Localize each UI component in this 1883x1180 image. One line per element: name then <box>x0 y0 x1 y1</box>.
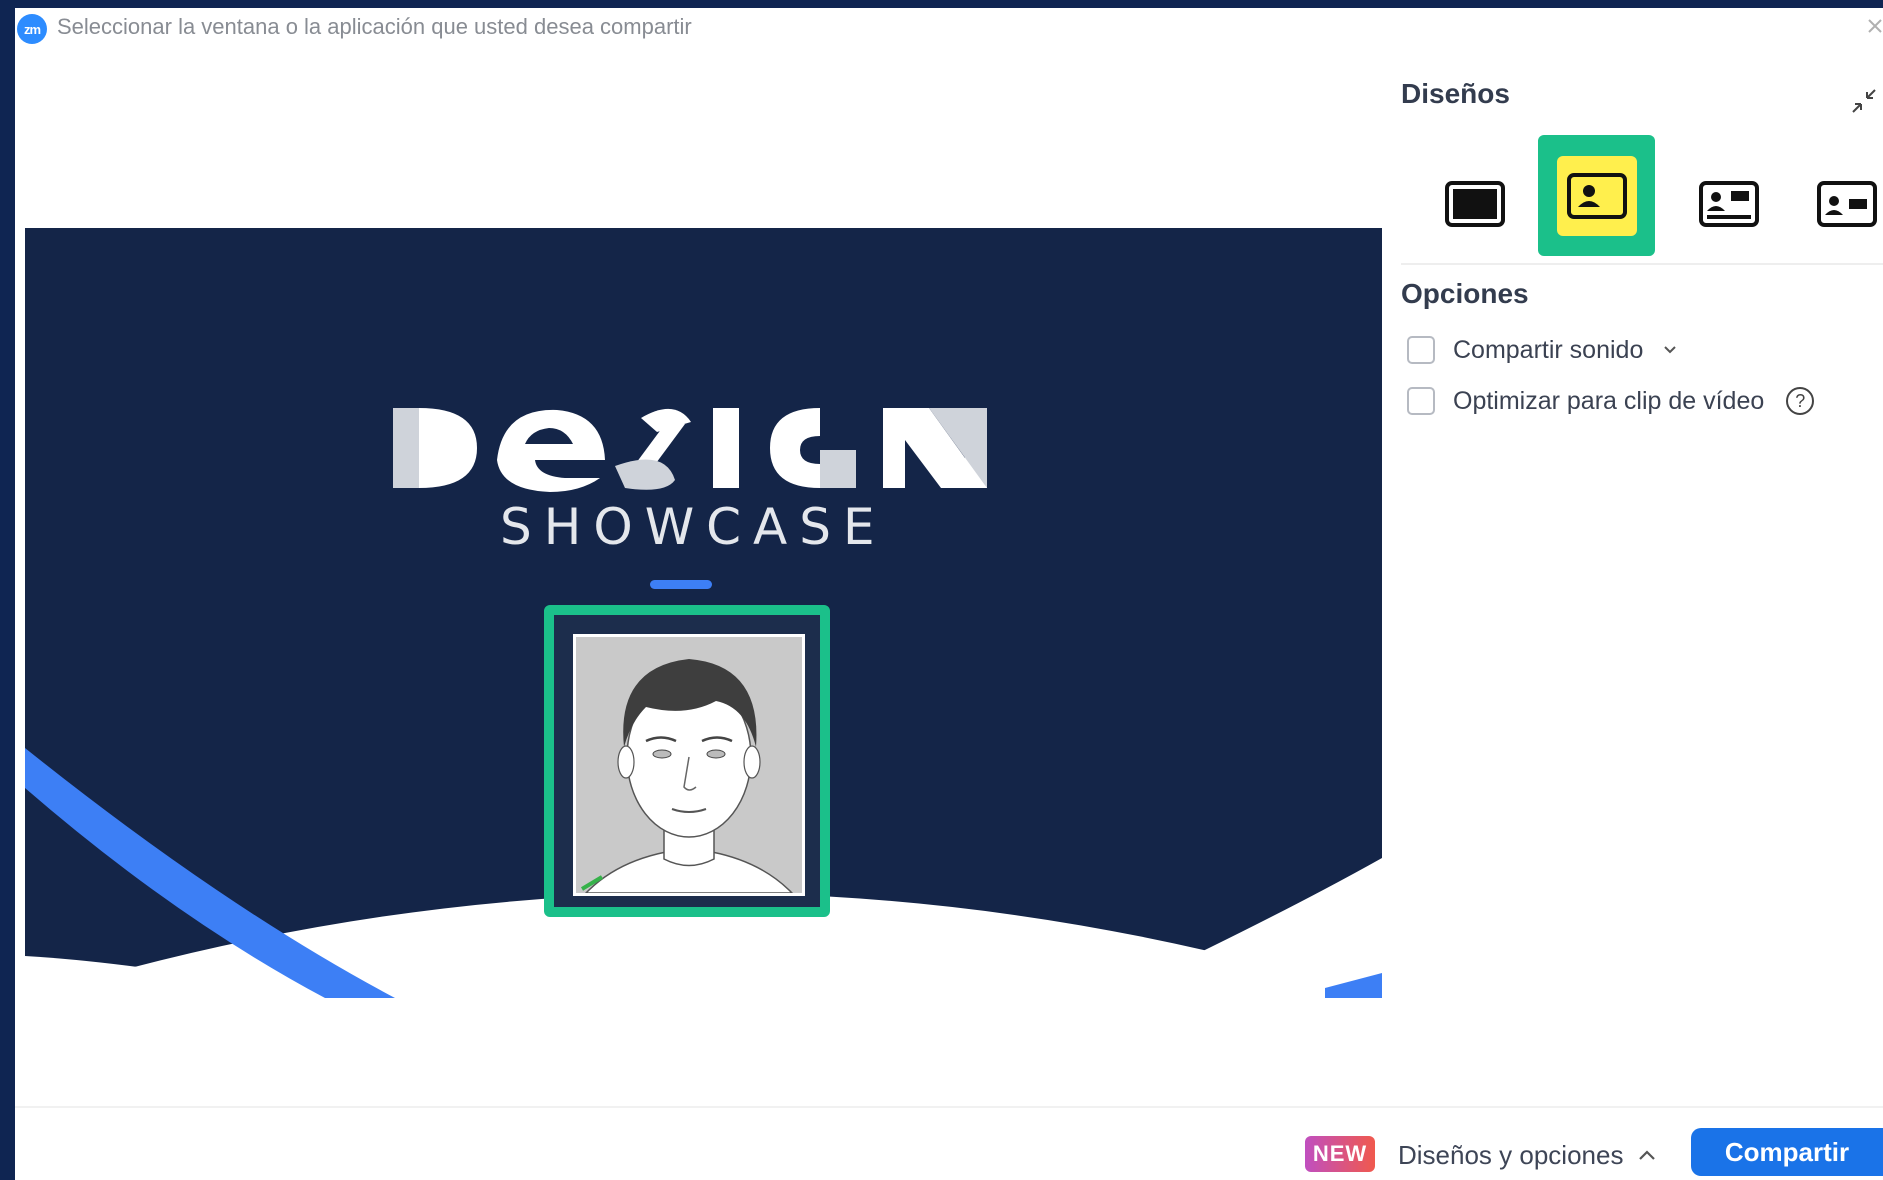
chevron-up-icon[interactable] <box>1637 1148 1657 1162</box>
outer-frame-top <box>0 0 1883 8</box>
option-optimize-video[interactable]: Optimizar para clip de vídeo ? <box>1407 384 1815 418</box>
layouts-options-toggle[interactable]: Diseños y opciones <box>1398 1140 1623 1171</box>
presenter-video-frame[interactable] <box>544 605 830 917</box>
design-logo <box>393 408 987 492</box>
layout-pip-icon <box>1566 172 1627 219</box>
optimize-video-label: Optimizar para clip de vídeo <box>1453 386 1765 415</box>
collapse-arrows-icon[interactable] <box>1849 86 1879 116</box>
layout-picture-in-picture-button[interactable] <box>1538 135 1655 256</box>
option-share-sound[interactable]: Compartir sonido <box>1407 333 1677 367</box>
title-bar: zm Seleccionar la ventana o la aplicació… <box>15 8 1883 48</box>
bottom-separator <box>15 1106 1883 1108</box>
avatar <box>573 634 805 896</box>
optimize-video-checkbox[interactable] <box>1407 387 1435 415</box>
close-icon[interactable] <box>1865 14 1883 38</box>
help-icon[interactable]: ? <box>1786 387 1815 415</box>
window-title: Seleccionar la ventana o la aplicación q… <box>57 14 692 39</box>
new-badge: NEW <box>1305 1136 1375 1172</box>
blue-dash-accent <box>650 580 712 589</box>
layout-side-icon <box>1817 181 1877 227</box>
layout-screen-only-button[interactable] <box>1433 162 1517 246</box>
layouts-title: Diseños <box>1401 78 1510 109</box>
panel-divider <box>1401 263 1883 265</box>
share-button[interactable]: Compartir <box>1691 1128 1883 1176</box>
share-window: zm Seleccionar la ventana o la aplicació… <box>15 8 1883 1180</box>
person-face-icon <box>576 637 802 893</box>
layout-presenter-icon <box>1699 181 1759 227</box>
share-sound-checkbox[interactable] <box>1407 336 1435 364</box>
zoom-logo-icon: zm <box>17 14 47 44</box>
chevron-down-icon[interactable] <box>1663 345 1677 355</box>
outer-frame-left <box>0 0 15 1180</box>
options-title: Opciones <box>1401 278 1529 309</box>
share-sound-label: Compartir sonido <box>1453 335 1644 364</box>
showcase-subtitle: SHOWCASE <box>500 498 887 556</box>
layout-presenter-top-left-button[interactable] <box>1687 162 1771 246</box>
layout-screen-icon <box>1445 181 1505 227</box>
share-preview[interactable]: SHOWCASE <box>25 228 1382 998</box>
layout-selected-highlight <box>1556 155 1637 236</box>
layout-presenter-side-button[interactable] <box>1805 162 1883 246</box>
